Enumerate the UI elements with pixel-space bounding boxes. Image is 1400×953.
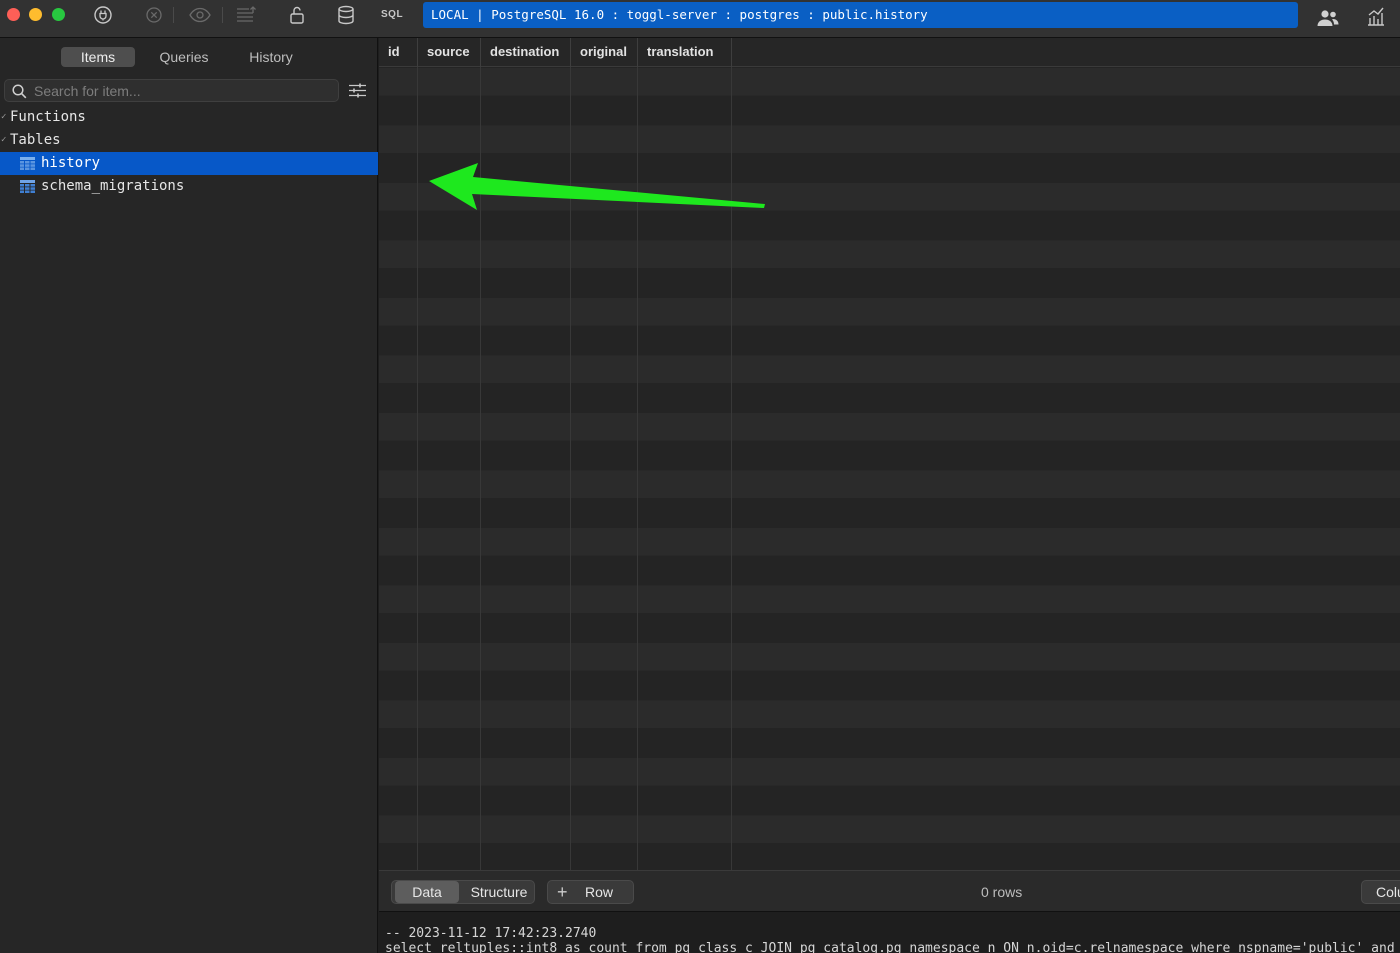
- query-log-console[interactable]: -- 2023-11-12 17:42:23.2740 select reltu…: [379, 912, 1400, 953]
- tree-group-label: Functions: [10, 109, 86, 125]
- tree-group-label: Tables: [10, 132, 61, 148]
- column-header-destination[interactable]: destination: [481, 38, 571, 67]
- toolbar-divider: [173, 7, 174, 23]
- tab-items[interactable]: Items: [61, 47, 135, 67]
- table-grid-icon: [20, 180, 35, 193]
- column-divider: [417, 67, 418, 870]
- column-header-source[interactable]: source: [418, 38, 481, 67]
- sidebar: Items Queries History ✓ Functions ✓ Tabl…: [0, 38, 378, 953]
- view-mode-switch: Data Structure: [391, 880, 535, 904]
- zoom-window-button[interactable]: [52, 8, 65, 21]
- metrics-chart-icon[interactable]: [1366, 5, 1386, 27]
- row-count: 0 rows: [981, 884, 1023, 900]
- tree-group-functions[interactable]: ✓ Functions: [0, 106, 378, 129]
- add-row-button[interactable]: + Row: [547, 880, 634, 904]
- database-icon[interactable]: [335, 4, 357, 26]
- item-search: [4, 79, 339, 102]
- format-lines-icon[interactable]: [234, 4, 258, 26]
- tab-queries[interactable]: Queries: [147, 47, 221, 67]
- connection-path: LOCAL | PostgreSQL 16.0 : toggl-server :…: [423, 2, 1298, 28]
- console-line: -- 2023-11-12 17:42:23.2740: [385, 926, 597, 941]
- close-window-button[interactable]: [7, 8, 20, 21]
- chevron-down-icon[interactable]: ✓: [1, 106, 6, 129]
- table-item-schema-migrations[interactable]: schema_migrations: [0, 175, 378, 198]
- tab-data[interactable]: Data: [395, 881, 459, 903]
- column-header-original[interactable]: original: [571, 38, 638, 67]
- table-item-label: history: [41, 155, 101, 171]
- chevron-down-icon[interactable]: ✓: [1, 129, 6, 152]
- plus-icon: +: [557, 882, 568, 902]
- sidebar-tabs: Items Queries History: [0, 47, 378, 69]
- console-line: select reltuples::int8 as count from pg_…: [385, 941, 1400, 953]
- minimize-window-button[interactable]: [29, 8, 42, 21]
- table-item-history[interactable]: history: [0, 152, 378, 175]
- column-header-id[interactable]: id: [379, 38, 418, 67]
- table-item-label: schema_migrations: [41, 178, 185, 194]
- annotation-arrow-icon: [429, 163, 765, 210]
- sql-editor-button[interactable]: SQL: [381, 9, 403, 20]
- tab-structure[interactable]: Structure: [464, 881, 534, 903]
- stop-query-icon[interactable]: [144, 4, 164, 26]
- table-grid-icon: [20, 157, 35, 170]
- toolbar: SQL LOCAL | PostgreSQL 16.0 : toggl-serv…: [0, 0, 1400, 38]
- column-header-translation[interactable]: translation: [638, 38, 732, 67]
- filter-sliders-icon[interactable]: [348, 83, 367, 103]
- tree-group-tables[interactable]: ✓ Tables: [0, 129, 378, 152]
- user-group-icon[interactable]: [1316, 7, 1340, 29]
- add-row-label: Row: [585, 884, 614, 900]
- preview-eye-icon[interactable]: [187, 4, 213, 26]
- columns-button[interactable]: Columns: [1361, 880, 1400, 904]
- connection-plug-icon[interactable]: [92, 4, 114, 26]
- search-icon: [12, 84, 27, 99]
- grid-header: id source destination original translati…: [379, 38, 1400, 67]
- search-input[interactable]: [34, 82, 334, 100]
- tab-history[interactable]: History: [234, 47, 308, 67]
- grid-footer: Data Structure + Row 0 rows Columns: [379, 870, 1400, 912]
- toolbar-divider: [222, 7, 223, 23]
- lock-open-icon[interactable]: [287, 4, 307, 26]
